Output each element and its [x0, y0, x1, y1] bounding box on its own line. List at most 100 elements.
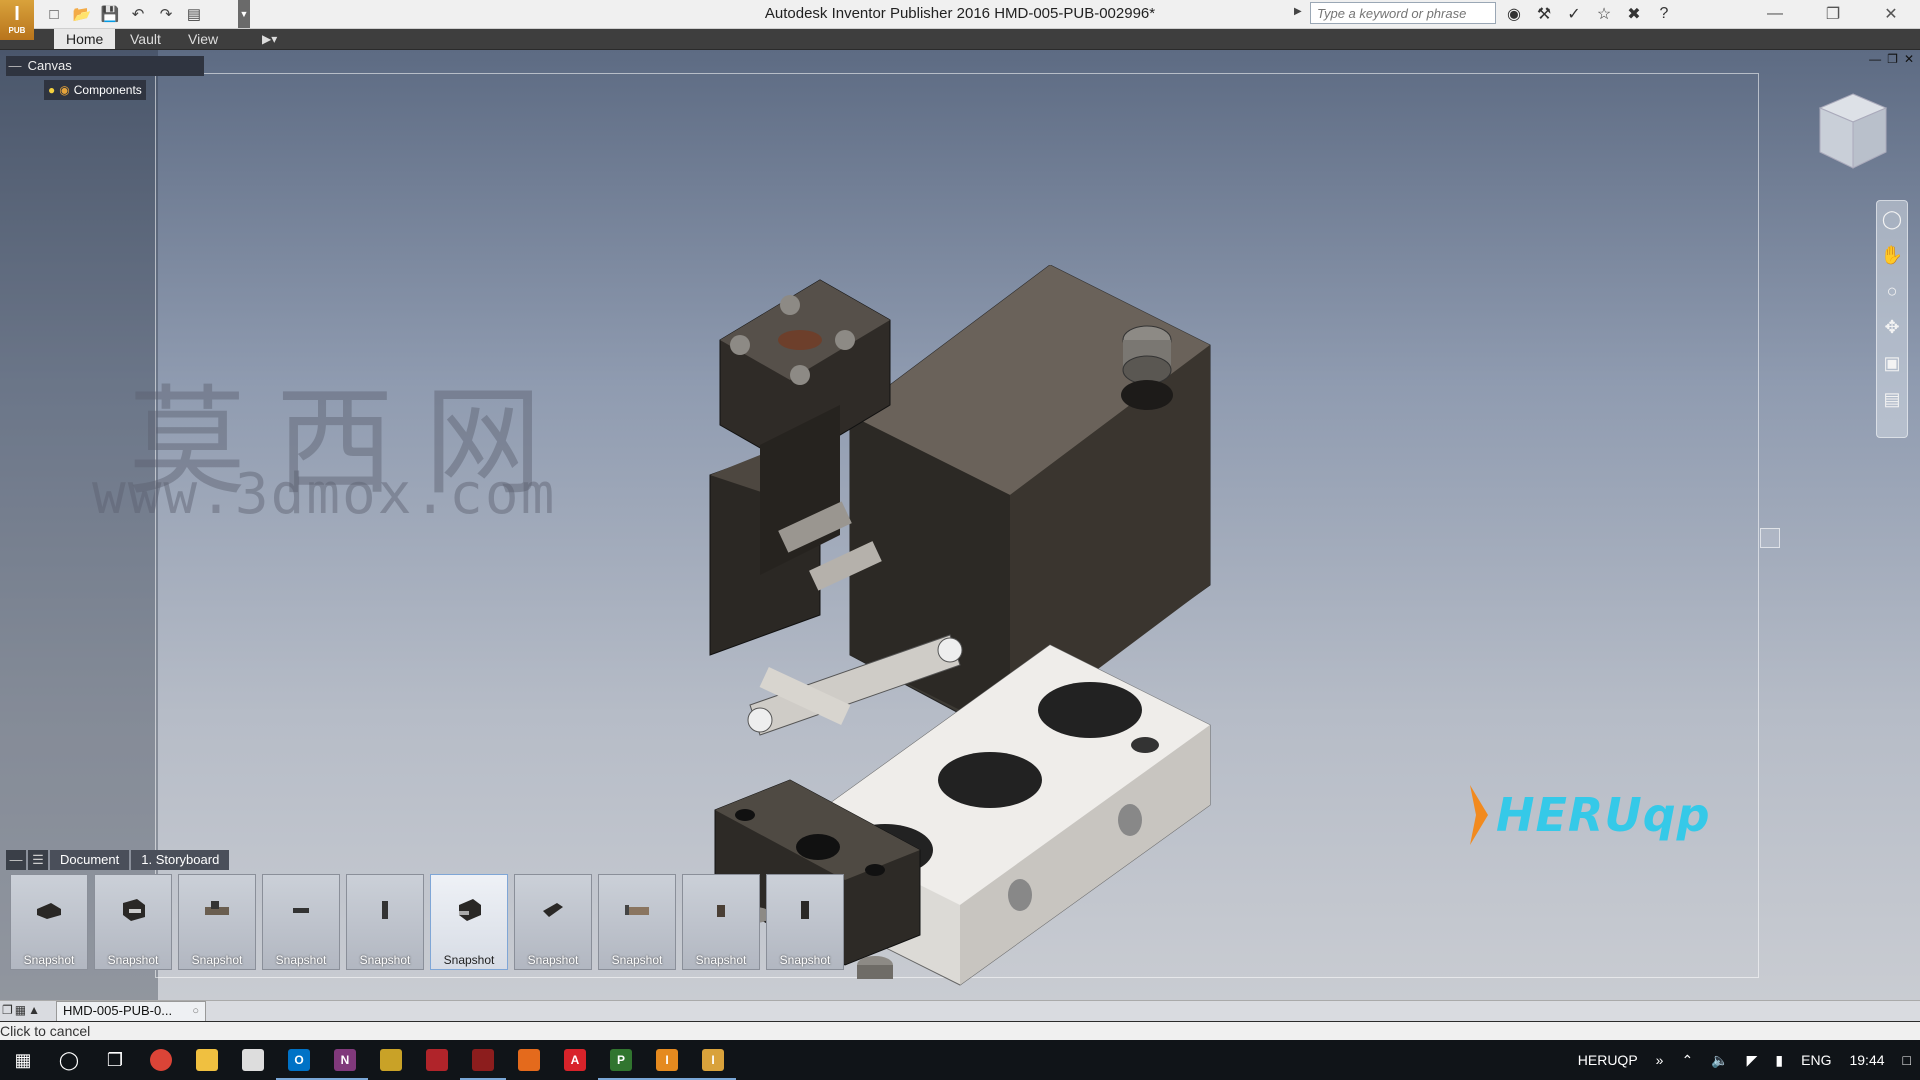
- battery-icon[interactable]: ▮: [1766, 1052, 1792, 1069]
- snapshot-thumbnail-selected[interactable]: Snapshot: [430, 874, 508, 970]
- tray-lang[interactable]: ENG: [1792, 1052, 1840, 1068]
- pan-hand-icon[interactable]: ✋: [1877, 237, 1907, 273]
- zoom-icon[interactable]: ○: [1877, 273, 1907, 309]
- viewport-close-icon[interactable]: ✕: [1904, 52, 1914, 66]
- app-icon-4[interactable]: [506, 1040, 552, 1080]
- document-tab-label: HMD-005-PUB-0...: [63, 1003, 173, 1018]
- snapshot-thumbnail[interactable]: Snapshot: [514, 874, 592, 970]
- notifications-icon[interactable]: □: [1894, 1052, 1920, 1068]
- minimize-icon[interactable]: —: [1746, 0, 1804, 28]
- tile-icon[interactable]: ▦: [15, 1003, 26, 1017]
- storyboard-collapse-icon[interactable]: —: [6, 850, 26, 870]
- inventor-icon[interactable]: I: [644, 1040, 690, 1080]
- inventor-publisher-icon[interactable]: I: [690, 1040, 736, 1080]
- communication-icon[interactable]: ✓: [1562, 2, 1586, 26]
- snapshot-thumbnail[interactable]: Snapshot: [766, 874, 844, 970]
- snapshot-preview: [705, 899, 737, 921]
- snapshot-preview: [453, 899, 485, 921]
- volume-icon[interactable]: 🔈: [1702, 1052, 1737, 1069]
- crumb-storyboard[interactable]: 1. Storyboard: [131, 850, 230, 870]
- window-controls: — ❐ ✕: [1746, 0, 1920, 28]
- new-icon[interactable]: □: [42, 2, 66, 26]
- tab-view[interactable]: View: [176, 29, 230, 49]
- app-icon-2[interactable]: [414, 1040, 460, 1080]
- components-icon: ◉: [59, 83, 70, 97]
- browser-node-label: Components: [73, 83, 142, 97]
- binoculars-icon[interactable]: ◉: [1502, 2, 1526, 26]
- status-bar: Click to cancel: [0, 1022, 1920, 1040]
- windows-taskbar: ▦ ◯ ❐ O N A P I I HERUQP » ⌃ 🔈 ◤ ▮ ENG 1…: [0, 1040, 1920, 1080]
- panel-expand-icon[interactable]: [1760, 528, 1780, 548]
- brand-logo: HERUqp: [1466, 785, 1711, 845]
- app-icon-3[interactable]: [460, 1040, 506, 1080]
- viewcube-icon[interactable]: [1818, 92, 1888, 170]
- outlook-icon[interactable]: O: [276, 1040, 322, 1080]
- snapshot-thumbnail[interactable]: Snapshot: [598, 874, 676, 970]
- snapshot-thumbnail[interactable]: Snapshot: [178, 874, 256, 970]
- favorites-star-icon[interactable]: ☆: [1592, 2, 1616, 26]
- close-icon[interactable]: ✕: [1862, 0, 1920, 28]
- tray-chevron-icon[interactable]: ⌃: [1672, 1052, 1702, 1069]
- help-search-input[interactable]: [1310, 2, 1496, 24]
- cascade-icon[interactable]: ❐: [2, 1003, 13, 1017]
- snapshot-thumbnail[interactable]: Snapshot: [262, 874, 340, 970]
- visibility-bulb-icon[interactable]: ●: [48, 80, 55, 100]
- save-icon[interactable]: 💾: [98, 2, 122, 26]
- chrome-icon[interactable]: [138, 1040, 184, 1080]
- snapshot-preview: [537, 899, 569, 921]
- snapshot-thumbnail[interactable]: Snapshot: [94, 874, 172, 970]
- open-icon[interactable]: 📂: [70, 2, 94, 26]
- redo-icon[interactable]: ↷: [154, 2, 178, 26]
- snapshot-preview: [369, 899, 401, 921]
- taskview-icon[interactable]: ❐: [92, 1040, 138, 1080]
- collapse-icon[interactable]: —: [6, 56, 24, 76]
- storyboard-list-icon[interactable]: ☰: [28, 850, 48, 870]
- help-toolbar: ◉ ⚒ ✓ ☆ ✖ ?: [1502, 2, 1676, 26]
- properties-icon[interactable]: ▤: [182, 2, 206, 26]
- qat-dropdown-icon[interactable]: ▼: [238, 0, 250, 28]
- explorer-icon[interactable]: [184, 1040, 230, 1080]
- document-tab[interactable]: HMD-005-PUB-0... ○: [56, 1001, 206, 1021]
- document-tab-bar: ❐ ▦ ▲ HMD-005-PUB-0... ○: [0, 1000, 1920, 1021]
- look-at-icon[interactable]: ▣: [1877, 345, 1907, 381]
- app-menu-button[interactable]: I PUB: [0, 0, 34, 40]
- snapshot-thumbnail[interactable]: Snapshot: [682, 874, 760, 970]
- tab-vault[interactable]: Vault: [118, 29, 173, 49]
- snapshot-thumbnail[interactable]: Snapshot: [10, 874, 88, 970]
- cortana-icon[interactable]: ◯: [46, 1040, 92, 1080]
- tab-list-icon[interactable]: ▲: [28, 1003, 40, 1017]
- zoom-window-icon[interactable]: ▤: [1877, 381, 1907, 417]
- browser-node-components[interactable]: ● ◉ Components: [44, 80, 146, 100]
- ribbon-options-icon[interactable]: ▶▾: [262, 32, 277, 46]
- viewport-minimize-icon[interactable]: —: [1869, 52, 1881, 66]
- store-icon[interactable]: [230, 1040, 276, 1080]
- help-icon[interactable]: ?: [1652, 2, 1676, 26]
- acrobat-icon[interactable]: A: [552, 1040, 598, 1080]
- crumb-document[interactable]: Document: [50, 850, 130, 870]
- steering-wheel-icon[interactable]: ◯: [1877, 201, 1907, 237]
- brand-logo-mark-icon: [1470, 785, 1488, 845]
- exchange-icon[interactable]: ✖: [1622, 2, 1646, 26]
- graphics-window[interactable]: — Canvas ● ◉ Components — ❐ ✕ 莫西网 www.3d…: [0, 50, 1920, 1000]
- network-icon[interactable]: ◤: [1738, 1052, 1767, 1069]
- subscription-icon[interactable]: ⚒: [1532, 2, 1556, 26]
- start-icon[interactable]: ▦: [0, 1040, 46, 1080]
- search-expand-icon[interactable]: ▶: [1294, 6, 1302, 17]
- orbit-icon[interactable]: ✥: [1877, 309, 1907, 345]
- snapshot-thumbnail[interactable]: Snapshot: [346, 874, 424, 970]
- undo-icon[interactable]: ↶: [126, 2, 150, 26]
- restore-icon[interactable]: ❐: [1804, 0, 1862, 28]
- tray-overflow-icon[interactable]: »: [1647, 1052, 1673, 1068]
- status-text: Click to cancel: [0, 1023, 91, 1039]
- project-icon[interactable]: P: [598, 1040, 644, 1080]
- tray-clock[interactable]: 19:44: [1840, 1052, 1893, 1068]
- viewport-restore-icon[interactable]: ❐: [1887, 52, 1898, 66]
- document-tab-close-icon[interactable]: ○: [192, 1002, 199, 1020]
- storyboard-breadcrumb: — ☰ Document 1. Storyboard: [6, 850, 231, 870]
- app-icon-1[interactable]: [368, 1040, 414, 1080]
- onenote-icon[interactable]: N: [322, 1040, 368, 1080]
- tab-home[interactable]: Home: [54, 29, 116, 49]
- tray-user[interactable]: HERUQP: [1569, 1052, 1647, 1068]
- system-tray: HERUQP » ⌃ 🔈 ◤ ▮ ENG 19:44 □: [1569, 1040, 1920, 1080]
- snapshot-label: Snapshot: [359, 953, 411, 967]
